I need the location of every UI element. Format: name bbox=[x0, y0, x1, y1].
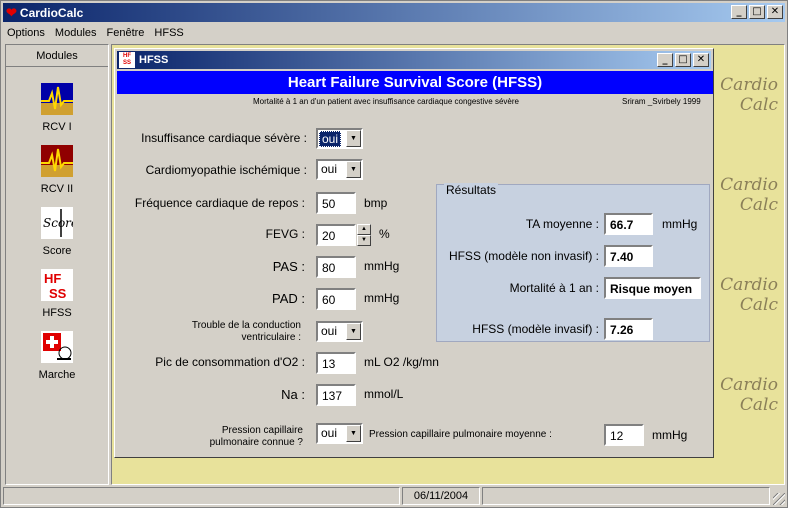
menubar: Options Modules Fenêtre HFSS bbox=[3, 23, 190, 42]
pression-connue-select[interactable]: oui ▼ bbox=[316, 423, 363, 444]
heart-icon: ❤ bbox=[6, 4, 17, 20]
minimize-button[interactable]: _ bbox=[731, 5, 747, 19]
fevg-input[interactable]: 20 bbox=[316, 224, 356, 246]
frequence-unit: bmp bbox=[364, 196, 388, 210]
app-window-buttons: _ □ ✕ bbox=[731, 5, 783, 19]
modules-sidebar: Modules RCV I RCV II Score Score HFSS HF… bbox=[5, 44, 109, 485]
maximize-button[interactable]: □ bbox=[749, 5, 765, 19]
menu-options[interactable]: Options bbox=[3, 27, 49, 39]
pression-connue-value: oui bbox=[321, 426, 338, 440]
chevron-down-icon[interactable]: ▼ bbox=[346, 323, 361, 340]
sidebar-item-label: Marche bbox=[38, 369, 76, 381]
hfss-noninvasif-label: HFSS (modèle non invasif) : bbox=[448, 249, 599, 263]
close-button[interactable]: ✕ bbox=[767, 5, 783, 19]
sidebar-item-hfss[interactable]: HF SS HFSS bbox=[6, 269, 108, 319]
pression-moyenne-unit: mmHg bbox=[652, 428, 688, 442]
ecg-red-icon bbox=[41, 145, 73, 177]
mortalite-label: Mortalité à 1 an : bbox=[509, 281, 599, 295]
sidebar-item-score[interactable]: Score Score bbox=[6, 207, 108, 257]
fevg-unit: % bbox=[379, 227, 390, 241]
pas-label: PAS : bbox=[272, 259, 305, 274]
frequence-label: Fréquence cardiaque de repos : bbox=[134, 196, 305, 210]
mortalite-output: Risque moyen bbox=[604, 277, 701, 299]
status-pane bbox=[3, 487, 400, 505]
pad-label: PAD : bbox=[272, 291, 305, 306]
sidebar-item-label: HFSS bbox=[42, 307, 72, 319]
pression-moyenne-input[interactable]: 12 bbox=[604, 424, 644, 446]
frequence-input[interactable]: 50 bbox=[316, 192, 356, 214]
pic-unit: mL O2 /kg/mn bbox=[364, 355, 439, 369]
status-date: 06/11/2004 bbox=[402, 487, 480, 505]
svg-text:HF: HF bbox=[44, 271, 61, 286]
pic-input[interactable]: 13 bbox=[316, 352, 356, 374]
ta-output: 66.7 bbox=[604, 213, 653, 235]
menu-modules[interactable]: Modules bbox=[51, 27, 101, 39]
background-deco: Cardio Calc bbox=[720, 275, 778, 315]
sidebar-header: Modules bbox=[6, 45, 108, 67]
svg-text:SS: SS bbox=[49, 286, 67, 301]
na-unit: mmol/L bbox=[364, 387, 404, 401]
background-deco: Cardio Calc bbox=[720, 75, 778, 115]
spin-up-icon[interactable]: ▲ bbox=[357, 224, 371, 235]
mdi-workspace: Cardio Calc Cardio Calc Cardio Calc Cardio C… bbox=[111, 44, 785, 485]
spin-down-icon[interactable]: ▼ bbox=[357, 235, 371, 246]
pression-moyenne-label: Pression capillaire pulmonaire moyenne : bbox=[369, 429, 552, 440]
insuffisance-value: oui bbox=[319, 131, 342, 147]
cardiomyopathie-label: Cardiomyopathie ischémique : bbox=[145, 163, 307, 177]
hfss-form: Insuffisance cardiaque sévère : oui ▼ Ca… bbox=[115, 49, 715, 459]
sidebar-item-rcv1[interactable]: RCV I bbox=[6, 83, 108, 133]
results-panel: Résultats TA moyenne : 66.7 mmHg HFSS (m… bbox=[436, 183, 710, 342]
app-titlebar[interactable]: ❤ CardioCalc _ □ ✕ bbox=[3, 3, 785, 22]
insuffisance-label: Insuffisance cardiaque sévère : bbox=[141, 131, 307, 145]
pas-input[interactable]: 80 bbox=[316, 256, 356, 278]
cardiomyopathie-select[interactable]: oui ▼ bbox=[316, 159, 363, 180]
na-input[interactable]: 137 bbox=[316, 384, 356, 406]
hfss-noninvasif-output: 7.40 bbox=[604, 245, 653, 267]
sidebar-item-label: Score bbox=[42, 245, 72, 257]
sidebar-item-label: RCV I bbox=[42, 121, 72, 133]
app-title: CardioCalc bbox=[19, 5, 84, 20]
hfss-invasif-output: 7.26 bbox=[604, 318, 653, 340]
svg-text:Score: Score bbox=[43, 216, 73, 230]
chevron-down-icon[interactable]: ▼ bbox=[346, 161, 361, 178]
pad-input[interactable]: 60 bbox=[316, 288, 356, 310]
chevron-down-icon[interactable]: ▼ bbox=[346, 425, 361, 442]
ta-label: TA moyenne : bbox=[525, 217, 599, 231]
fevg-label: FEVG : bbox=[265, 227, 305, 241]
cardiocalc-window: ❤ CardioCalc _ □ ✕ Options Modules Fenêt… bbox=[0, 0, 788, 508]
trouble-select[interactable]: oui ▼ bbox=[316, 321, 363, 342]
ecg-blue-icon bbox=[41, 83, 73, 115]
chevron-down-icon[interactable]: ▼ bbox=[346, 130, 361, 147]
trouble-label: Trouble de la conduction ventriculaire : bbox=[191, 320, 301, 343]
pad-unit: mmHg bbox=[364, 291, 400, 305]
cardiomyopathie-value: oui bbox=[321, 162, 338, 176]
fevg-spinner[interactable]: ▲ ▼ bbox=[357, 224, 371, 246]
results-title: Résultats bbox=[444, 183, 499, 197]
hfss-invasif-label: HFSS (modèle invasif) : bbox=[472, 322, 599, 336]
statusbar: 06/11/2004 bbox=[3, 487, 785, 507]
sidebar-item-label: RCV II bbox=[40, 183, 74, 195]
menu-hfss[interactable]: HFSS bbox=[150, 27, 187, 39]
resize-grip-icon[interactable] bbox=[773, 493, 785, 505]
menu-fenetre[interactable]: Fenêtre bbox=[103, 27, 149, 39]
background-deco: Cardio Calc bbox=[720, 175, 778, 215]
trouble-value: oui bbox=[321, 324, 338, 338]
ta-unit: mmHg bbox=[662, 217, 698, 231]
pic-label: Pic de consommation d'O2 : bbox=[155, 355, 305, 369]
pression-connue-label: Pression capillaire pulmonaire connue ? bbox=[209, 425, 303, 448]
pas-unit: mmHg bbox=[364, 259, 400, 273]
hfss-icon: HF SS bbox=[41, 269, 73, 301]
na-label: Na : bbox=[281, 387, 305, 402]
walk-icon bbox=[41, 331, 73, 363]
insuffisance-select[interactable]: oui ▼ bbox=[316, 128, 363, 149]
background-deco: Cardio Calc bbox=[720, 375, 778, 415]
score-icon: Score bbox=[41, 207, 78, 239]
hfss-child-window: HF SS HFSS _ □ ✕ Heart Failure Survival … bbox=[114, 48, 714, 458]
status-pane bbox=[482, 487, 770, 505]
sidebar-item-marche[interactable]: Marche bbox=[6, 331, 108, 381]
sidebar-item-rcv2[interactable]: RCV II bbox=[6, 145, 108, 195]
